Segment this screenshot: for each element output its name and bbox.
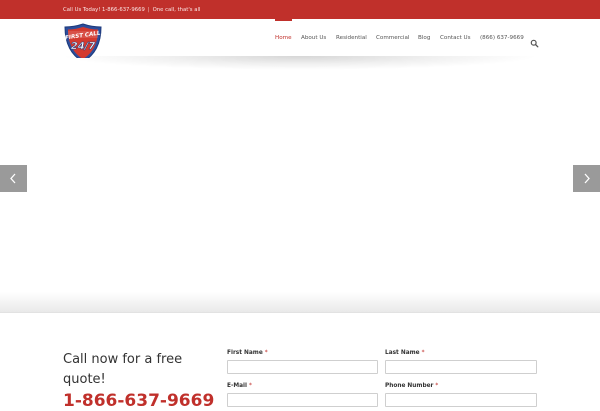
chevron-right-icon <box>584 173 590 184</box>
nav-item-commercial[interactable]: Commercial <box>376 19 409 58</box>
header-shadow <box>60 56 540 70</box>
top-bar-tagline: One call, that's all <box>152 6 201 13</box>
slider-prev-button[interactable] <box>0 165 27 192</box>
email-input[interactable] <box>227 393 378 407</box>
nav-item-home[interactable]: Home <box>275 19 292 58</box>
required-mark: * <box>421 350 425 356</box>
slider-divider <box>0 312 600 313</box>
first-name-input[interactable] <box>227 360 378 374</box>
last-name-label-text: Last Name <box>385 350 420 356</box>
quote-heading: Call now for a free quote! <box>63 352 183 387</box>
phone-number-input[interactable] <box>385 393 537 407</box>
main-nav: Home About Us Residential Commercial Blo… <box>0 19 600 58</box>
top-bar-separator: | <box>147 6 150 13</box>
top-bar: Call Us Today! 1-866-637-9669 | One call, … <box>0 0 600 19</box>
last-name-input[interactable] <box>385 360 537 374</box>
required-mark: * <box>249 383 252 389</box>
phone-number-label-text: Phone Number <box>385 383 434 389</box>
email-label-text: E-Mail <box>227 383 248 389</box>
slider-next-button[interactable] <box>573 165 600 192</box>
nav-item-residential[interactable]: Residential <box>336 19 367 58</box>
required-mark: * <box>264 350 268 356</box>
nav-item-blog[interactable]: Blog <box>418 19 430 58</box>
email-label: E-Mail * <box>227 383 252 389</box>
phone-number-label: Phone Number * <box>385 383 438 389</box>
last-name-label: Last Name * <box>385 350 425 356</box>
nav-item-about-us[interactable]: About Us <box>301 19 326 58</box>
search-icon[interactable] <box>530 33 539 48</box>
top-bar-phone: Call Us Today! 1-866-637-9669 <box>63 6 145 13</box>
chevron-left-icon <box>10 173 16 184</box>
first-name-label-text: First Name <box>227 350 263 356</box>
nav-item-contact-us[interactable]: Contact Us <box>440 19 471 58</box>
nav-item-phone[interactable]: (866) 637-9669 <box>480 19 524 58</box>
quote-phone[interactable]: 1-866-637-9669 <box>63 391 214 411</box>
slider-bottom-fade <box>0 292 600 312</box>
required-mark: * <box>435 383 439 389</box>
top-bar-text: Call Us Today! 1-866-637-9669 | One call, … <box>63 7 200 13</box>
hero-slider <box>0 58 600 312</box>
first-name-label: First Name * <box>227 350 268 356</box>
